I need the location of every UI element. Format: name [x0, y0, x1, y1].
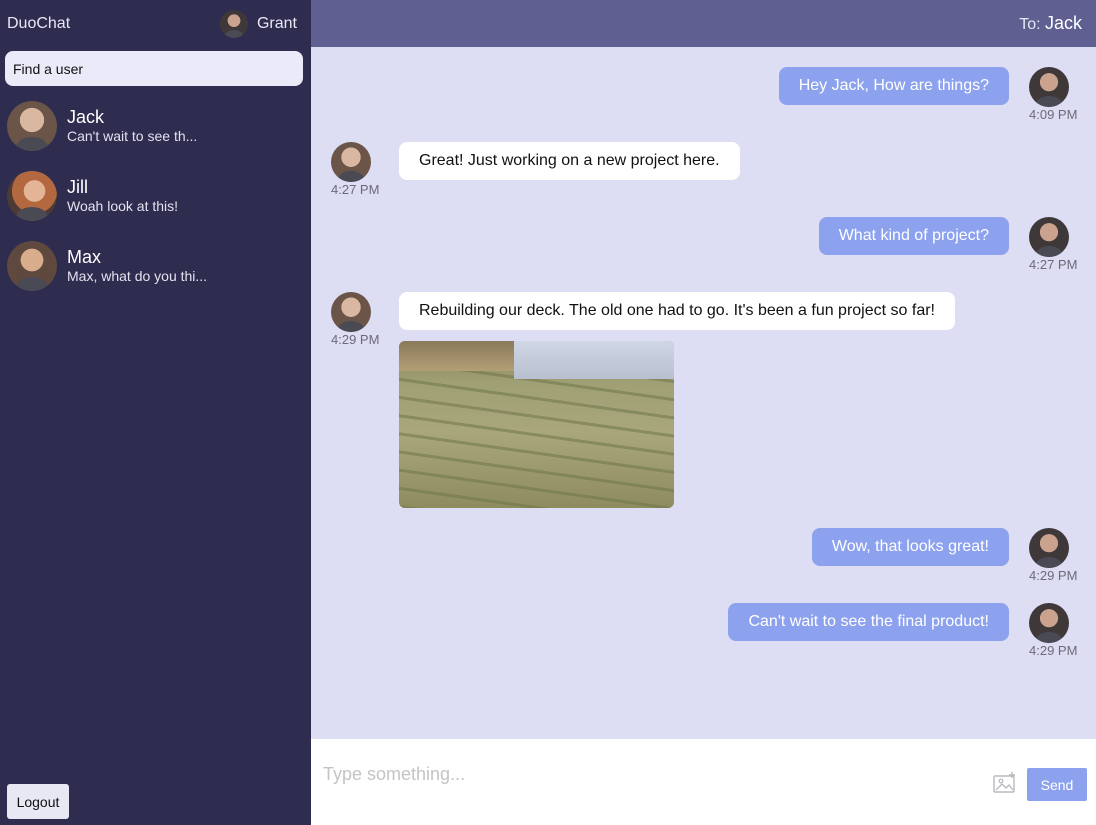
recipient: To: Jack — [1019, 13, 1082, 34]
sender-avatar — [1029, 67, 1069, 107]
contact-name: Max — [67, 247, 102, 267]
message-time: 4:29 PM — [1029, 643, 1078, 658]
current-user[interactable]: Grant — [219, 10, 297, 38]
contact-preview: Woah look at this! — [67, 198, 179, 214]
sender-avatar — [1029, 603, 1069, 643]
current-user-name: Grant — [256, 15, 297, 32]
contact-item-max[interactable]: Max Max, what do you thi... — [0, 231, 311, 301]
message-composer: Send — [311, 739, 1096, 825]
current-user-avatar — [219, 10, 248, 38]
contact-preview: Max, what do you thi... — [67, 268, 208, 284]
message-bubble-outgoing: Hey Jack, How are things? — [778, 67, 1009, 105]
contact-avatar — [7, 101, 57, 151]
sender-avatar — [331, 292, 371, 332]
image-upload-icon[interactable] — [993, 772, 1017, 794]
contact-item-jack[interactable]: Jack Can't wait to see th... — [0, 91, 311, 161]
contact-text: Jack Can't wait to see th... — [67, 107, 197, 145]
contact-avatar — [7, 171, 57, 221]
message-input[interactable] — [323, 759, 963, 789]
sidebar: DuoChat Grant Jack Can't wait to see th.… — [0, 0, 311, 825]
logout-button[interactable]: Logout — [7, 784, 69, 819]
contact-item-jill[interactable]: Jill Woah look at this! — [0, 161, 311, 231]
message-time: 4:29 PM — [1029, 568, 1078, 583]
recipient-name: Jack — [1044, 13, 1082, 33]
message-time: 4:27 PM — [331, 182, 380, 197]
send-button[interactable]: Send — [1027, 768, 1087, 801]
contact-list: Jack Can't wait to see th... Jill Woah l… — [0, 91, 311, 301]
photo-house — [514, 341, 674, 379]
contact-name: Jill — [67, 177, 88, 197]
message-bubble-outgoing: Wow, that looks great! — [811, 528, 1009, 566]
message-list: Hey Jack, How are things? 4:09 PM 4:27 P… — [311, 47, 1096, 739]
app-brand: DuoChat — [7, 15, 71, 32]
message-bubble-incoming: Great! Just working on a new project her… — [399, 142, 740, 180]
photo-trees — [399, 341, 519, 371]
message-bubble-incoming: Rebuilding our deck. The old one had to … — [399, 292, 955, 330]
message-bubble-outgoing: What kind of project? — [818, 217, 1009, 255]
message-time: 4:27 PM — [1029, 257, 1078, 272]
contact-name: Jack — [67, 107, 105, 127]
deck-photo[interactable] — [399, 341, 674, 508]
message-time: 4:29 PM — [331, 332, 380, 347]
sender-avatar — [1029, 528, 1069, 568]
sender-avatar — [331, 142, 371, 182]
message-time: 4:09 PM — [1029, 107, 1078, 122]
contact-text: Max Max, what do you thi... — [67, 247, 207, 285]
message-bubble-outgoing: Can't wait to see the final product! — [728, 603, 1009, 641]
chat-header: To: Jack — [311, 0, 1096, 47]
to-label: To: — [1019, 16, 1041, 33]
sender-avatar — [1029, 217, 1069, 257]
contact-text: Jill Woah look at this! — [67, 177, 178, 215]
contact-preview: Can't wait to see th... — [67, 128, 198, 144]
contact-avatar — [7, 241, 57, 291]
find-user-input[interactable] — [5, 51, 303, 86]
